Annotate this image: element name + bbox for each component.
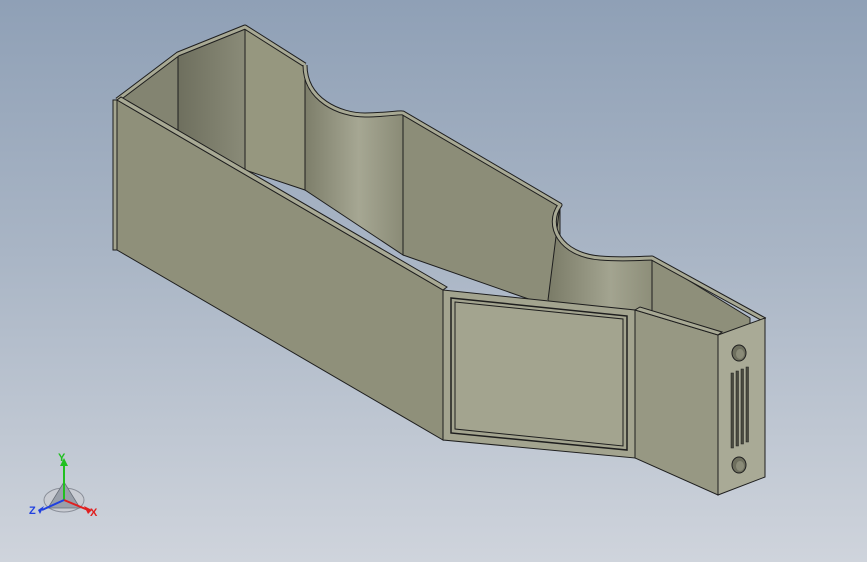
mounting-hole-top-inner [736, 349, 744, 359]
model-view[interactable]: Y X Z [0, 0, 867, 562]
graphics-viewport[interactable]: Y X Z [0, 0, 867, 562]
right-front-wall [634, 309, 719, 496]
window-frame [442, 289, 636, 459]
inner-back-wall-mid [244, 26, 306, 191]
y-axis-label: Y [58, 452, 66, 464]
view-triad[interactable]: Y X Z [29, 452, 98, 519]
z-axis-label: Z [29, 505, 36, 517]
x-axis-label: X [90, 507, 98, 519]
mounting-hole-bottom-inner [736, 461, 744, 471]
